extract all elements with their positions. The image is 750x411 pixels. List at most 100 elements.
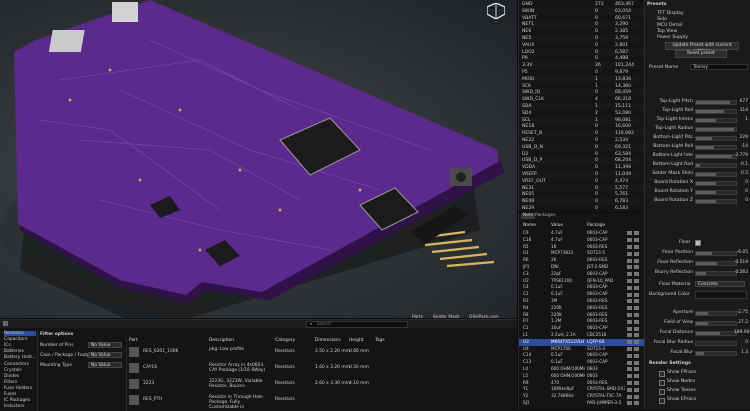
visibility-icon[interactable] — [627, 299, 632, 304]
reset-preset-button[interactable]: Reset preset — [675, 50, 727, 58]
highlight-icon[interactable] — [634, 278, 639, 283]
slider[interactable] — [695, 311, 737, 316]
column-header[interactable]: Category — [275, 338, 295, 343]
col-header-package[interactable]: Package — [587, 223, 605, 228]
category-item[interactable]: Battery Hold... — [4, 355, 36, 360]
visibility-icon[interactable] — [627, 231, 632, 236]
highlight-icon[interactable] — [634, 333, 639, 338]
category-item[interactable]: Resistors — [4, 331, 36, 336]
library-search-input[interactable]: ⌕ Search — [306, 321, 408, 328]
visibility-icon[interactable] — [627, 346, 632, 351]
parts-row[interactable]: Y2 32.768KHz CRYSTAL-TXC-7A — [519, 393, 644, 400]
column-header[interactable]: Height — [349, 338, 364, 343]
slider[interactable] — [695, 172, 737, 177]
col-header-name[interactable]: Name — [523, 223, 536, 228]
parts-row[interactable]: C13 0.1uF 0603-CAP — [519, 359, 644, 366]
slider[interactable] — [695, 127, 737, 132]
tab-packages[interactable]: Packages — [533, 213, 558, 219]
visibility-icon[interactable] — [627, 251, 632, 256]
parts-row[interactable]: Y1 16MHz/8pF CRYSTAL-SMD-5X3 — [519, 386, 644, 393]
library-row[interactable]: RES_PTH Resistor in Through Hole Package,… — [127, 393, 518, 410]
background-color-swatch[interactable] — [695, 291, 747, 299]
parts-row[interactable]: L5 600 OHM/100MHz 0603 — [519, 373, 644, 380]
parts-row[interactable]: C14 0.1uF 0603-CAP — [519, 352, 644, 359]
parts-row[interactable]: R4 220K 0603-RES — [519, 305, 644, 312]
preset-item[interactable]: Side — [657, 17, 667, 22]
slider[interactable] — [695, 163, 737, 168]
slider[interactable] — [695, 145, 737, 150]
slider[interactable] — [695, 136, 737, 141]
parts-row[interactable]: R9 470 0603-RES — [519, 380, 644, 387]
highlight-icon[interactable] — [634, 258, 639, 263]
category-item[interactable]: Fuses — [4, 392, 36, 397]
tab-parts[interactable]: Parts — [412, 315, 423, 320]
render-checkbox[interactable] — [659, 389, 665, 395]
visibility-icon[interactable] — [627, 340, 632, 345]
category-item[interactable]: Fuse Holders — [4, 386, 36, 391]
visibility-icon[interactable] — [627, 387, 632, 392]
parts-row[interactable]: U3 MK64FX512VLH LQFP-64 — [519, 338, 644, 346]
render-checkbox[interactable] — [659, 398, 665, 404]
slider[interactable] — [695, 351, 737, 356]
highlight-icon[interactable] — [634, 394, 639, 399]
visibility-icon[interactable] — [627, 319, 632, 324]
filter-select[interactable]: No Value — [88, 352, 122, 358]
highlight-icon[interactable] — [634, 380, 639, 385]
visibility-icon[interactable] — [627, 312, 632, 317]
highlight-icon[interactable] — [634, 387, 639, 392]
visibility-icon[interactable] — [627, 278, 632, 283]
parts-row[interactable]: R8 220K 0603-RES — [519, 312, 644, 319]
highlight-icon[interactable] — [634, 374, 639, 379]
parts-row[interactable]: R5 1K 0603-RES — [519, 244, 644, 251]
slider[interactable] — [695, 154, 737, 159]
category-item[interactable]: ICs — [4, 343, 36, 348]
slider[interactable] — [695, 341, 737, 346]
visibility-icon[interactable] — [627, 380, 632, 385]
parts-row[interactable]: R7 1.2M 0603-RES — [519, 318, 644, 325]
highlight-icon[interactable] — [634, 312, 639, 317]
parts-row[interactable]: C1 10uF 0603-CAP — [519, 325, 644, 332]
parts-row[interactable]: U4 MCP1700 SOT23-3 — [519, 346, 644, 353]
slider[interactable] — [695, 181, 737, 186]
category-item[interactable]: Connectors — [4, 362, 36, 367]
category-item[interactable]: Capacitors — [4, 337, 36, 342]
preset-item[interactable]: MCU Detail — [657, 23, 683, 28]
visibility-icon[interactable] — [627, 333, 632, 338]
column-header[interactable]: Tags — [375, 338, 385, 343]
highlight-icon[interactable] — [634, 292, 639, 297]
slider[interactable] — [695, 251, 737, 256]
visibility-icon[interactable] — [627, 394, 632, 399]
library-row[interactable]: CAY16 Resistor Array in 4x0603 CAY Packag… — [127, 361, 518, 376]
filter-select[interactable]: No Value — [88, 362, 122, 368]
parts-row[interactable]: U1 MCP73831 SOT23-5 — [519, 250, 644, 257]
visibility-icon[interactable] — [627, 360, 632, 365]
slider[interactable] — [695, 331, 737, 336]
preset-name-input[interactable]: Teensy — [690, 64, 748, 70]
highlight-icon[interactable] — [634, 367, 639, 372]
highlight-icon[interactable] — [634, 340, 639, 345]
update-preset-button[interactable]: Update Preset with current settings — [665, 42, 739, 54]
preset-item[interactable]: Power Supply — [657, 35, 688, 40]
highlight-icon[interactable] — [634, 285, 639, 290]
preset-item[interactable]: TFT Display — [657, 11, 684, 16]
render-checkbox[interactable] — [659, 371, 665, 377]
highlight-icon[interactable] — [634, 326, 639, 331]
category-item[interactable]: Diodes — [4, 374, 36, 379]
highlight-icon[interactable] — [634, 401, 639, 406]
library-row[interactable]: 3223 3223G, 3223W, Variable Resistor, Bou… — [127, 377, 518, 392]
highlight-icon[interactable] — [634, 238, 639, 243]
category-item[interactable]: Crystals — [4, 368, 36, 373]
parts-row[interactable]: U2 TPS61200 QFN-10_PAD — [519, 278, 644, 285]
parts-row[interactable]: L1 2.2uH, 2.1A CBC2518 — [519, 332, 644, 339]
slider[interactable] — [695, 109, 737, 114]
highlight-icon[interactable] — [634, 272, 639, 277]
visibility-icon[interactable] — [627, 306, 632, 311]
tab-solder-mask[interactable]: Solder Mask — [433, 315, 460, 320]
parts-row[interactable]: R6 2K 0603-RES — [519, 257, 644, 264]
floor-checkbox[interactable] — [695, 240, 701, 246]
slider[interactable] — [695, 271, 737, 276]
category-item[interactable]: Inductors — [4, 404, 36, 409]
highlight-icon[interactable] — [634, 265, 639, 270]
visibility-icon[interactable] — [627, 272, 632, 277]
floor-material-select[interactable]: Concrete — [695, 281, 745, 287]
